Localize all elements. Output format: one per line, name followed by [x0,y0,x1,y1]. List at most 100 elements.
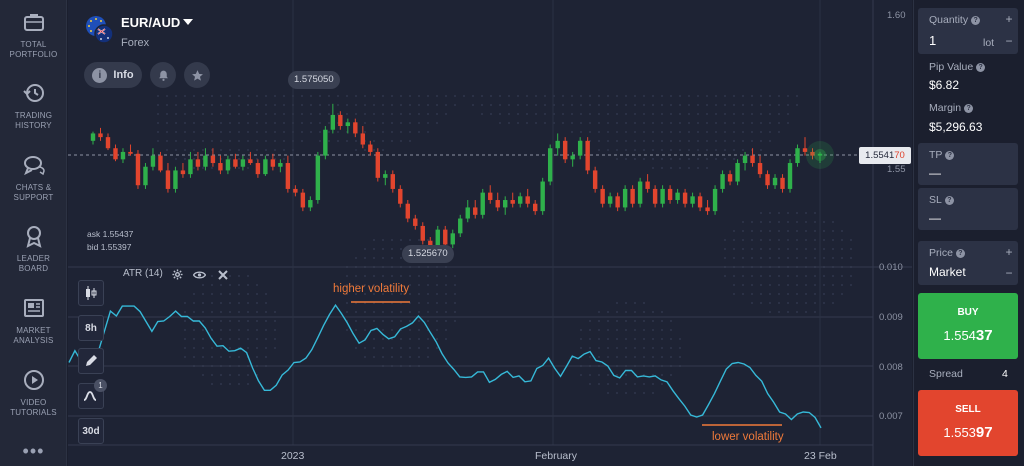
map-dot [679,131,681,133]
map-dot [427,320,429,322]
map-dot [391,131,393,133]
map-dot [517,113,519,115]
map-dot [427,239,429,241]
map-dot [247,374,249,376]
candle-up [315,155,321,201]
candle-down [360,133,366,145]
map-dot [211,329,213,331]
map-dot [814,257,816,259]
map-dot [157,95,159,97]
sidebar-item-trading-history[interactable]: TRADING HISTORY [0,81,67,131]
map-dot [733,95,735,97]
candle-down [645,181,650,189]
help-icon[interactable]: ? [976,63,986,72]
help-icon[interactable]: ? [955,249,965,258]
map-dot [247,149,249,151]
candle-down [353,122,358,134]
help-icon[interactable]: ? [971,16,981,25]
candle-down [195,159,201,167]
map-dot [724,239,726,241]
sl-value[interactable]: — [929,211,941,225]
map-dot [445,113,447,115]
price-type-increase-button[interactable]: + [1000,246,1018,258]
map-dot [625,302,627,304]
drawing-tools-button[interactable] [78,348,104,374]
info-button[interactable]: i Info [84,62,142,88]
asset-name[interactable]: EUR/AUD [121,15,180,30]
candle-up [577,140,583,156]
map-dot [751,284,753,286]
map-dot [778,248,780,250]
map-dot [193,329,195,331]
map-dot [760,113,762,115]
help-icon[interactable]: ? [945,151,955,160]
eur-aud-flag-icon[interactable] [84,14,114,44]
more-menu-button[interactable]: ••• [0,442,67,460]
favorite-button[interactable] [184,62,210,88]
period-button[interactable]: 30d [78,418,104,444]
history-icon [22,84,44,102]
sidebar-item-market-analysis[interactable]: MARKET ANALYSIS [0,296,67,346]
map-dot [310,95,312,97]
sidebar-item-total-portfolio[interactable]: TOTAL PORTFOLIO [0,10,67,60]
map-dot [814,221,816,223]
map-dot [184,338,186,340]
quantity-decrease-button[interactable]: − [1000,35,1018,47]
map-dot [265,338,267,340]
map-dot [202,95,204,97]
close-icon[interactable] [218,270,228,280]
map-dot [670,167,672,169]
map-dot [400,95,402,97]
map-dot [301,113,303,115]
map-dot [166,104,168,106]
map-dot [652,383,654,385]
map-dot [427,122,429,124]
map-dot [760,131,762,133]
map-dot [751,113,753,115]
map-dot [616,320,618,322]
map-dot [211,302,213,304]
price-type-decrease-button[interactable]: − [1000,267,1018,279]
map-dot [400,140,402,142]
settings-gear-icon[interactable] [172,269,183,280]
map-dot [634,131,636,133]
buy-button[interactable]: BUY 1.55437 [918,293,1018,359]
sidebar-item-video-tutorials[interactable]: VIDEO TUTORIALS [0,368,67,418]
candle-down [113,148,118,160]
map-dot [184,149,186,151]
map-dot [238,122,240,124]
alert-button[interactable] [150,62,176,88]
tp-value[interactable]: — [929,166,941,180]
sidebar-item-chats-support[interactable]: CHATS & SUPPORT [0,153,67,203]
map-dot [652,158,654,160]
price-type-value[interactable]: Market [929,265,966,279]
map-dot [706,95,708,97]
map-dot [751,248,753,250]
buy-price-main: 1.554 [943,328,976,343]
timeframe-button[interactable]: 8h [78,315,104,341]
map-dot [760,140,762,142]
map-dot [841,230,843,232]
map-dot [202,113,204,115]
help-icon[interactable]: ? [964,104,974,113]
sell-button[interactable]: SELL 1.55397 [918,390,1018,456]
map-dot [625,347,627,349]
map-dot [805,230,807,232]
map-dot [274,329,276,331]
quantity-value[interactable]: 1 [929,33,936,48]
map-dot [625,338,627,340]
map-dot [247,320,249,322]
candle-up [345,122,351,127]
map-dot [256,131,258,133]
map-dot [589,113,591,115]
map-dot [373,257,375,259]
map-dot [742,122,744,124]
chart-type-button[interactable] [78,280,104,306]
candle-down [218,163,223,171]
sidebar-item-leader-board[interactable]: LEADER BOARD [0,224,67,274]
eye-icon[interactable] [193,270,206,280]
map-dot [823,257,825,259]
quantity-increase-button[interactable]: + [1000,13,1018,25]
help-icon[interactable]: ? [944,196,954,205]
chevron-down-icon[interactable] [183,19,193,25]
